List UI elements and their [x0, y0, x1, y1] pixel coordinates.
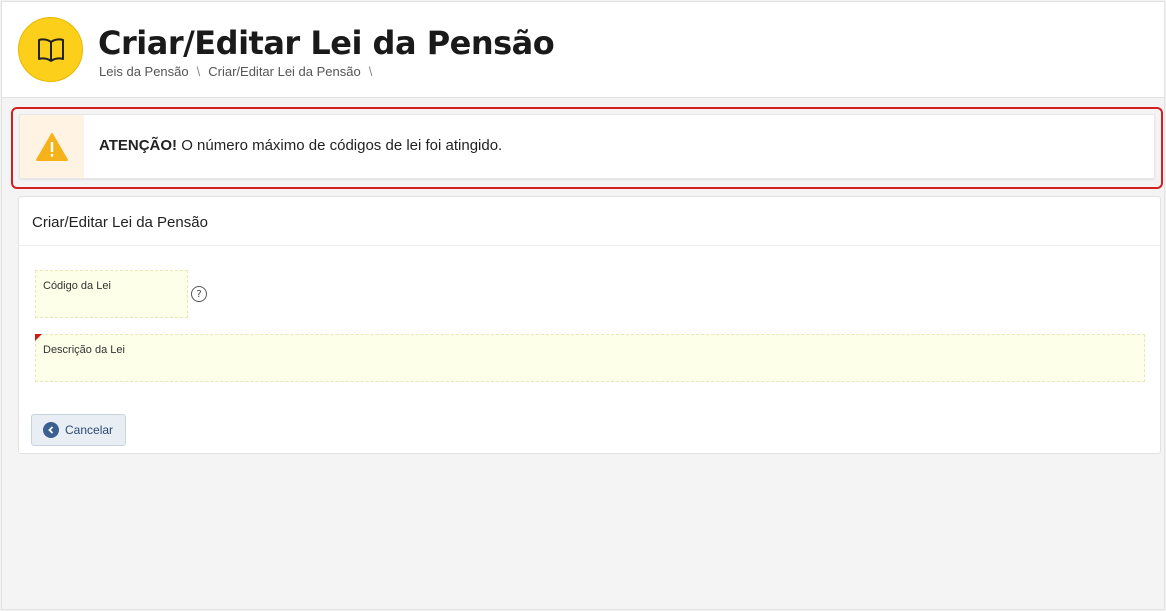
required-marker	[35, 334, 42, 341]
breadcrumb-item-current[interactable]: Criar/Editar Lei da Pensão	[208, 64, 360, 79]
description-field[interactable]: Descrição da Lei	[35, 334, 1145, 382]
warning-icon	[20, 115, 84, 178]
alert-text: O número máximo de códigos de lei foi at…	[177, 137, 503, 154]
breadcrumb-item-leis[interactable]: Leis da Pensão	[99, 64, 189, 79]
chevron-left-icon	[43, 422, 59, 438]
cancel-button-label: Cancelar	[65, 423, 114, 437]
open-book-icon	[18, 17, 83, 82]
code-field[interactable]: Código da Lei	[35, 270, 188, 318]
page-title: Criar/Editar Lei da Pensão	[98, 24, 555, 62]
alert-strong: ATENÇÃO!	[99, 137, 178, 154]
page-header: Criar/Editar Lei da Pensão Leis da Pensã…	[2, 2, 1164, 98]
breadcrumb: Leis da Pensão \ Criar/Editar Lei da Pen…	[99, 64, 372, 79]
breadcrumb-separator: \	[196, 64, 201, 79]
cancel-button[interactable]: Cancelar	[31, 414, 126, 446]
form-title: Criar/Editar Lei da Pensão	[19, 197, 1160, 246]
alert-message: ATENÇÃO! O número máximo de códigos de l…	[99, 137, 502, 154]
breadcrumb-separator: \	[368, 64, 373, 79]
help-icon[interactable]: ?	[191, 286, 207, 302]
description-field-label: Descrição da Lei	[43, 344, 125, 356]
form-card: Criar/Editar Lei da Pensão Código da Lei…	[18, 196, 1161, 454]
code-field-label: Código da Lei	[43, 280, 111, 292]
warning-alert: ATENÇÃO! O número máximo de códigos de l…	[19, 114, 1155, 179]
